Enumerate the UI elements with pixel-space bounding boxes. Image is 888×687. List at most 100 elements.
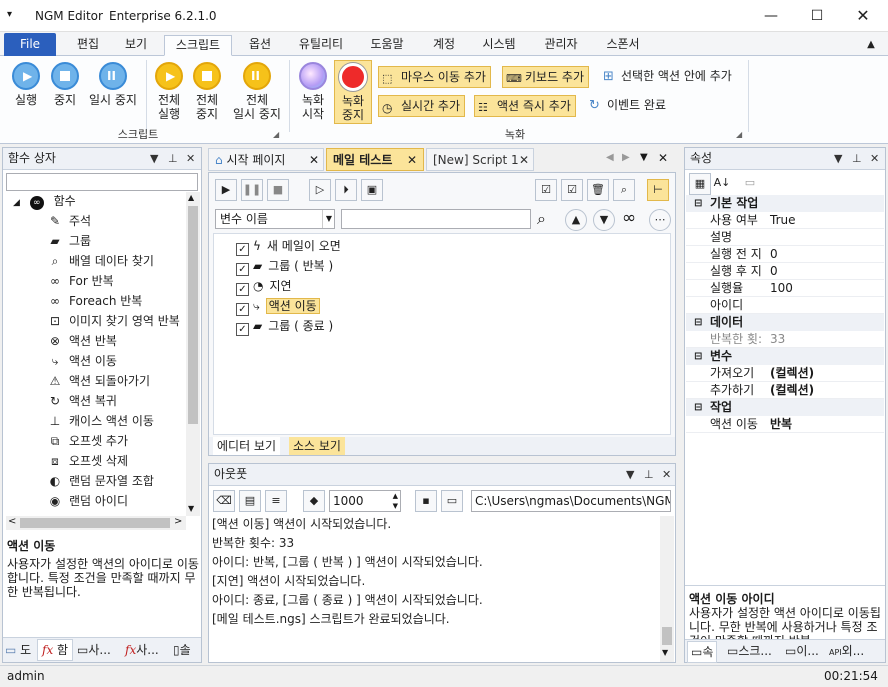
checkbox[interactable]: ✓ <box>236 243 249 256</box>
log-path-field[interactable]: C:\Users\ngmas\Documents\NGM6\ <box>471 490 671 512</box>
tab-view[interactable]: 보기 <box>114 35 158 56</box>
pause-icon[interactable]: ❚❚ <box>241 179 263 201</box>
property-pages-icon[interactable]: ▭ <box>739 173 761 195</box>
variable-filter-select[interactable]: 변수 이름 ▼ <box>215 209 335 229</box>
record-start-button[interactable]: 녹화 시작 <box>294 62 332 121</box>
function-item[interactable]: ∞ Foreach 반복 <box>47 292 142 310</box>
collapse-icon[interactable]: ⊟ <box>694 348 702 365</box>
tab-options[interactable]: 옵션 <box>238 35 282 56</box>
group-launcher-icon[interactable]: ◢ <box>273 130 279 139</box>
wrap-icon[interactable]: ≡ <box>265 490 287 512</box>
loop-icon[interactable]: ∞ <box>622 208 636 228</box>
add-inside-selected-button[interactable]: ⊞ 선택한 액션 안에 추가 <box>601 66 732 88</box>
tab-images[interactable]: ▭이... <box>785 641 819 663</box>
property-category[interactable]: ⊟ 작업 <box>686 399 884 416</box>
categorized-icon[interactable]: ▦ <box>689 173 711 195</box>
save-icon[interactable]: ▪ <box>415 490 437 512</box>
tab-scroll-right-icon[interactable]: ▶ <box>622 152 630 163</box>
close-button[interactable]: ✕ <box>840 0 886 32</box>
pin-icon[interactable]: ⊥ <box>168 148 178 169</box>
tab-scroll-left-icon[interactable]: ◀ <box>606 152 614 163</box>
tab-scripts[interactable]: ▭스크... <box>727 641 772 663</box>
function-item[interactable]: ⤷ 액션 이동 <box>47 352 117 370</box>
run-from-here-icon[interactable]: ▷ <box>309 179 331 201</box>
stop-button[interactable]: 중지 <box>46 62 84 107</box>
search-icon[interactable]: ⌕ <box>537 209 546 229</box>
move-down-icon[interactable]: ▼ <box>593 209 615 231</box>
output-scrollbar[interactable]: ▼ <box>660 516 674 662</box>
checkbox[interactable]: ✓ <box>236 283 249 296</box>
check-all-icon[interactable]: ☑ <box>535 179 557 201</box>
dropdown-icon[interactable]: ▼ <box>150 148 158 169</box>
pin-icon[interactable]: ⊥ <box>852 148 862 169</box>
tab-edit[interactable]: 편집 <box>66 35 110 56</box>
eraser-icon[interactable]: ◆ <box>303 490 325 512</box>
close-icon[interactable]: ✕ <box>186 148 195 169</box>
property-category[interactable]: ⊟ 데이터 <box>686 314 884 331</box>
property-row[interactable]: 설명 <box>686 229 884 246</box>
dropdown-icon[interactable]: ▼ <box>626 464 634 485</box>
pause-button[interactable]: II 일시 중지 <box>84 62 142 107</box>
property-row[interactable]: 아이디 <box>686 297 884 314</box>
stop-all-button[interactable]: 전체 중지 <box>188 62 226 121</box>
scroll-thumb[interactable] <box>662 627 672 645</box>
tab-account[interactable]: 계정 <box>424 35 464 56</box>
run-button[interactable]: ▶ 실행 <box>6 62 46 107</box>
collapse-icon[interactable]: ⊟ <box>694 195 702 212</box>
clear-output-icon[interactable]: ⌫ <box>213 490 235 512</box>
collapse-icon[interactable]: ⊟ <box>694 399 702 416</box>
move-up-icon[interactable]: ▲ <box>565 209 587 231</box>
property-row[interactable]: 실행 전 지0 <box>686 246 884 263</box>
collapse-ribbon-icon[interactable]: ▲ <box>863 35 879 56</box>
function-item[interactable]: ⚠ 액션 되돌아가기 <box>47 372 151 390</box>
stop-icon[interactable]: ■ <box>267 179 289 201</box>
function-item[interactable]: ⊡ 이미지 찾기 영역 반복 <box>47 312 180 330</box>
save-log-icon[interactable]: ▤ <box>239 490 261 512</box>
action-row[interactable]: ✓ ⤷ 액션 이동 <box>236 296 320 316</box>
function-item[interactable]: ⌕ 배열 데이타 찾기 <box>47 252 154 270</box>
event-complete-button[interactable]: ↻ 이벤트 완료 <box>587 95 666 117</box>
add-keyboard-button[interactable]: ⌨ 키보드 추가 <box>502 66 590 88</box>
property-row[interactable]: 가져오기 (컬렉션) <box>686 365 884 382</box>
scroll-thumb[interactable] <box>20 518 170 528</box>
tab-utility[interactable]: 유틸리티 <box>290 35 352 56</box>
tab-mail-test[interactable]: 메일 테스트 ✕ <box>326 148 424 171</box>
function-hscrollbar[interactable]: < > <box>6 516 186 530</box>
property-row[interactable]: 액션 이동 반복 <box>686 416 884 433</box>
checkbox[interactable]: ✓ <box>236 303 249 316</box>
function-item[interactable]: ◉ 랜덤 아이디 <box>47 492 128 510</box>
add-action-now-button[interactable]: ☷ 액션 즉시 추가 <box>474 95 576 117</box>
tab-external[interactable]: API외... <box>829 641 864 663</box>
pin-icon[interactable]: ⊥ <box>644 464 654 485</box>
tab-help[interactable]: 도움말 <box>362 35 412 56</box>
scroll-thumb[interactable] <box>188 206 198 424</box>
action-row[interactable]: ✓ ϟ 새 메일이 오면 <box>236 236 341 256</box>
record-stop-button[interactable]: 녹화 중지 <box>334 60 372 124</box>
action-row[interactable]: ✓ ▰ 그룹 ( 반복 ) <box>236 256 333 276</box>
close-tab-icon[interactable]: ✕ <box>309 149 319 171</box>
close-tab-icon[interactable]: ✕ <box>519 149 529 171</box>
run-icon[interactable]: ▶ <box>215 179 237 201</box>
more-icon[interactable]: ⋯ <box>649 209 671 231</box>
tab-dictionary-1[interactable]: ▭사... <box>77 640 111 662</box>
tree-view-icon[interactable]: ⊢ <box>647 179 669 201</box>
close-tab-icon[interactable]: ✕ <box>407 149 417 171</box>
property-row[interactable]: 반복한 횟: 33 <box>686 331 884 348</box>
alphabetical-icon[interactable]: A↓ <box>711 173 733 195</box>
property-row[interactable]: 사용 여부 True <box>686 212 884 229</box>
function-scrollbar[interactable]: ▲ ▼ <box>186 192 200 516</box>
checkbox[interactable]: ✓ <box>236 323 249 336</box>
function-item[interactable]: ✎ 주석 <box>47 212 91 230</box>
dropdown-icon[interactable]: ▼ <box>834 148 842 169</box>
search-icon[interactable]: ⌕ <box>613 179 635 201</box>
check-selected-icon[interactable]: ☑ <box>561 179 583 201</box>
tab-editor-view[interactable]: 에디터 보기 <box>213 437 281 455</box>
add-realtime-button[interactable]: ◷ 실시간 추가 <box>378 95 466 117</box>
function-item[interactable]: ▰ 그룹 <box>47 232 91 250</box>
run-all-button[interactable]: ▶ 전체 실행 <box>150 62 188 121</box>
function-item[interactable]: ⧈ 오프셋 삭제 <box>47 452 128 470</box>
tab-solution[interactable]: ▯솔 <box>173 640 191 662</box>
tab-toolbox[interactable]: ▭ 도 <box>5 640 31 662</box>
tab-source-view[interactable]: 소스 보기 <box>289 437 345 455</box>
tab-file[interactable]: File <box>4 33 56 56</box>
